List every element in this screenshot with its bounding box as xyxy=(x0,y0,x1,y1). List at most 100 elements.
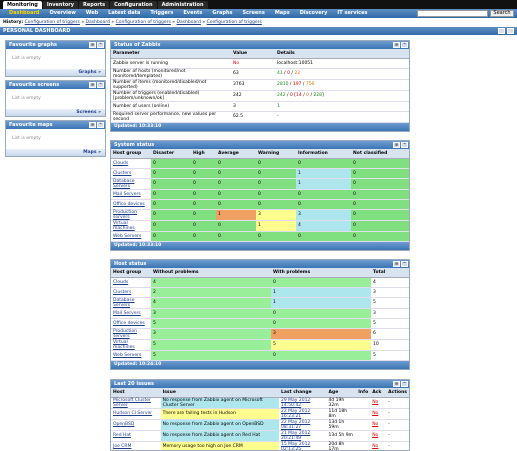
menu-icon[interactable]: ≡ xyxy=(89,82,96,88)
ack-link[interactable]: No xyxy=(370,419,387,431)
menu-icon[interactable]: ≡ xyxy=(393,142,400,148)
col-header: Host group xyxy=(111,268,151,278)
host-status-widget: Host status ≡ ^ Host group Without probl… xyxy=(110,259,410,370)
without-problems-cell: 5 xyxy=(151,350,271,361)
severity-cell: 0 xyxy=(191,178,216,190)
severity-cell: 0 xyxy=(256,178,296,190)
without-problems-cell: 5 xyxy=(151,339,271,351)
table-row: Mail Servers 3 0 3 xyxy=(111,308,409,319)
without-problems-cell: 5 xyxy=(151,318,271,329)
host-group-link[interactable]: Clusters xyxy=(111,287,151,298)
host-group-link[interactable]: Production servers xyxy=(111,328,151,340)
severity-cell: 0 xyxy=(191,158,216,169)
details-cell: 2810 / 197 / 756 xyxy=(275,79,409,91)
ack-link[interactable]: No xyxy=(370,408,387,420)
collapse-icon[interactable]: ^ xyxy=(97,82,104,88)
collapse-icon[interactable]: ^ xyxy=(401,261,408,267)
menu-it-services[interactable]: IT services xyxy=(332,9,372,18)
age-cell: 4d 19h 32m xyxy=(326,397,357,409)
menu-dashboard[interactable]: Dashboard xyxy=(4,9,45,18)
host-link[interactable]: Microsoft Cluster Server xyxy=(111,397,161,409)
host-group-link[interactable]: Web Servers xyxy=(111,231,151,242)
filter-icon[interactable] xyxy=(498,28,505,34)
history-item[interactable]: Configuration of triggers xyxy=(207,20,262,25)
table-row: Clouds 0 0 0 0 0 0 xyxy=(111,158,409,169)
last-change-link[interactable]: 15 May 2012 02:13:25 xyxy=(278,441,327,450)
collapse-icon[interactable]: ^ xyxy=(401,142,408,148)
maps-link[interactable]: Maps » xyxy=(6,149,105,156)
host-link[interactable]: Red Hat xyxy=(111,430,161,442)
host-link[interactable]: OpenBSD xyxy=(111,419,161,431)
history-item[interactable]: Dashboard xyxy=(86,20,110,25)
menu-screens[interactable]: Screens xyxy=(237,9,269,18)
ack-link[interactable]: No xyxy=(370,397,387,409)
host-group-link[interactable]: Web Servers xyxy=(111,350,151,361)
graphs-link[interactable]: Graphs » xyxy=(6,69,105,76)
menu-icon[interactable]: ≡ xyxy=(89,122,96,128)
search-input[interactable] xyxy=(417,10,488,17)
severity-cell: 3 xyxy=(296,209,351,221)
menu-overview[interactable]: Overview xyxy=(45,9,81,18)
ack-link[interactable]: No xyxy=(370,430,387,442)
host-group-link[interactable]: Database Servers xyxy=(111,297,151,309)
menu-discovery[interactable]: Discovery xyxy=(295,9,333,18)
host-link[interactable]: Joe CRM xyxy=(111,441,161,450)
with-problems-cell: 0 xyxy=(271,308,371,319)
menu-icon[interactable]: ≡ xyxy=(393,381,400,387)
severity-cell: 0 xyxy=(151,220,191,232)
menu-icon[interactable]: ≡ xyxy=(89,42,96,48)
last-change-link[interactable]: 21 May 2012 20:21:49 xyxy=(278,430,327,442)
collapse-icon[interactable]: ^ xyxy=(401,381,408,387)
table-row: Clusters 2 1 3 xyxy=(111,287,409,298)
col-header: Parameter xyxy=(111,49,231,59)
last-change-link[interactable]: 22 May 2012 16:23:21 xyxy=(278,408,327,420)
screens-link[interactable]: Screens » xyxy=(6,109,105,116)
menu-web[interactable]: Web xyxy=(81,9,103,18)
tab-administration[interactable]: Administration xyxy=(157,1,208,9)
severity-cell: 0 xyxy=(191,189,216,200)
menu-triggers[interactable]: Triggers xyxy=(145,9,178,18)
menu-graphs[interactable]: Graphs xyxy=(207,9,237,18)
host-group-link[interactable]: Clusters xyxy=(111,168,151,179)
host-group-link[interactable]: Production servers xyxy=(111,209,151,221)
history-item[interactable]: Configuration of triggers xyxy=(116,20,171,25)
table-row: Zabbix server is running No localhost:1005… xyxy=(111,58,409,69)
menu-latest-data[interactable]: Latest data xyxy=(103,9,145,18)
tab-monitoring[interactable]: Monitoring xyxy=(3,1,42,9)
table-row: Office devices 0 0 0 0 0 0 xyxy=(111,199,409,210)
host-group-link[interactable]: Office devices xyxy=(111,199,151,210)
widget-title: Host status xyxy=(114,261,147,267)
last-change-link[interactable]: 22 May 2012 08:31:27 xyxy=(278,419,327,431)
with-problems-cell: 0 xyxy=(271,277,371,288)
host-group-link[interactable]: Database Servers xyxy=(111,178,151,190)
total-cell: 5 xyxy=(371,318,409,329)
menu-icon[interactable]: ≡ xyxy=(393,261,400,267)
ack-link[interactable]: No xyxy=(370,441,387,450)
host-group-link[interactable]: Virtual machines xyxy=(111,339,151,351)
tab-configuration[interactable]: Configuration xyxy=(110,1,157,9)
col-header[interactable]: Last change xyxy=(278,388,327,398)
host-group-link[interactable]: Clouds xyxy=(111,277,151,288)
collapse-icon[interactable]: ^ xyxy=(401,42,408,48)
history-item[interactable]: Configuration of triggers xyxy=(25,20,80,25)
history-item[interactable]: Dashboard xyxy=(177,20,201,25)
tab-inventory[interactable]: Inventory xyxy=(42,1,79,9)
host-group-link[interactable]: Office devices xyxy=(111,318,151,329)
host-group-link[interactable]: Mail Servers xyxy=(111,189,151,200)
tab-reports[interactable]: Reports xyxy=(79,1,110,9)
collapse-icon[interactable]: ^ xyxy=(97,122,104,128)
fullscreen-icon[interactable] xyxy=(507,28,514,34)
menu-icon[interactable]: ≡ xyxy=(393,42,400,48)
host-group-link[interactable]: Mail Servers xyxy=(111,308,151,319)
issue-cell: No response from Zabbix agent on OpenBSD xyxy=(160,419,279,431)
collapse-icon[interactable]: ^ xyxy=(97,42,104,48)
host-link[interactable]: Hudson CI Server xyxy=(111,408,161,420)
host-group-link[interactable]: Virtual machines xyxy=(111,220,151,232)
host-group-link[interactable]: Clouds xyxy=(111,158,151,169)
menu-maps[interactable]: Maps xyxy=(270,9,295,18)
table-row: Database Servers 0 0 0 0 1 0 xyxy=(111,178,409,190)
search-button[interactable]: Search xyxy=(490,10,514,17)
last-change-link[interactable]: 29 May 2012 14:50:42 xyxy=(278,397,327,409)
details-cell: 41 / 0 / 22 xyxy=(275,68,409,80)
menu-events[interactable]: Events xyxy=(178,9,207,18)
